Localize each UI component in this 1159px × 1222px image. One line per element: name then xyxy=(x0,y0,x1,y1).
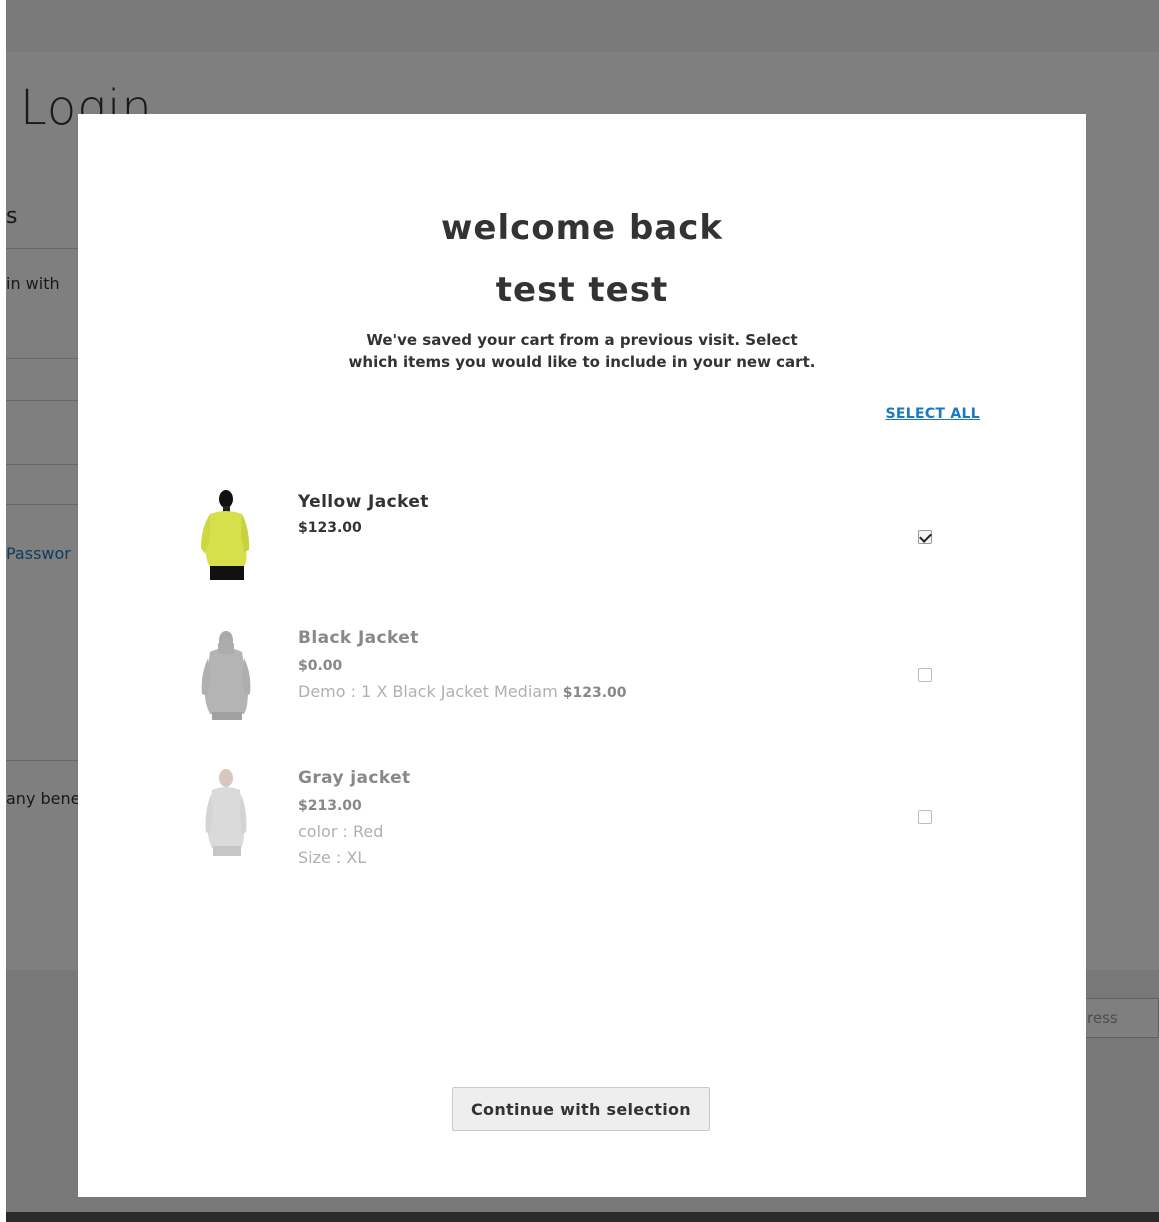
item-checkbox[interactable] xyxy=(918,668,932,682)
item-checkbox[interactable] xyxy=(918,810,932,824)
item-option-text: Demo : 1 X Black Jacket Mediam xyxy=(298,682,558,701)
modal-message-line-2: which items you would like to include in… xyxy=(348,353,816,371)
gray-jacket-product-photo xyxy=(205,769,247,856)
modal-greeting: welcome back xyxy=(440,208,723,248)
item-name: Gray jacket xyxy=(298,768,411,788)
window-edge xyxy=(0,0,6,1222)
item-price: $213.00 xyxy=(298,798,362,814)
saved-cart-modal: welcome back test test We've saved your … xyxy=(78,114,1086,1197)
item-price: $123.00 xyxy=(298,520,362,536)
continue-with-selection-button[interactable]: Continue with selection xyxy=(452,1087,710,1131)
cart-item: Black Jacket $0.00 Demo : 1 X Black Jack… xyxy=(78,624,1086,744)
item-price: $0.00 xyxy=(298,658,343,674)
cart-item: Yellow Jacket $123.00 xyxy=(78,486,1086,606)
item-option-price: $123.00 xyxy=(562,685,627,701)
item-name: Yellow Jacket xyxy=(298,492,429,512)
yellow-jacket-product-photo xyxy=(201,490,250,580)
item-option: Size : XL xyxy=(298,848,367,867)
item-option: Demo : 1 X Black Jacket Mediam $123.00 xyxy=(298,682,627,701)
select-all-link[interactable]: SELECT ALL xyxy=(885,406,980,422)
item-checkbox-checked[interactable] xyxy=(918,530,932,544)
item-name: Black Jacket xyxy=(298,628,419,648)
black-jacket-product-photo xyxy=(201,631,251,720)
modal-message-line-1: We've saved your cart from a previous vi… xyxy=(366,331,798,349)
cart-item: Gray jacket $213.00 color : Red Size : X… xyxy=(78,764,1086,884)
customer-name: test test xyxy=(495,270,669,310)
item-option: color : Red xyxy=(298,822,384,841)
